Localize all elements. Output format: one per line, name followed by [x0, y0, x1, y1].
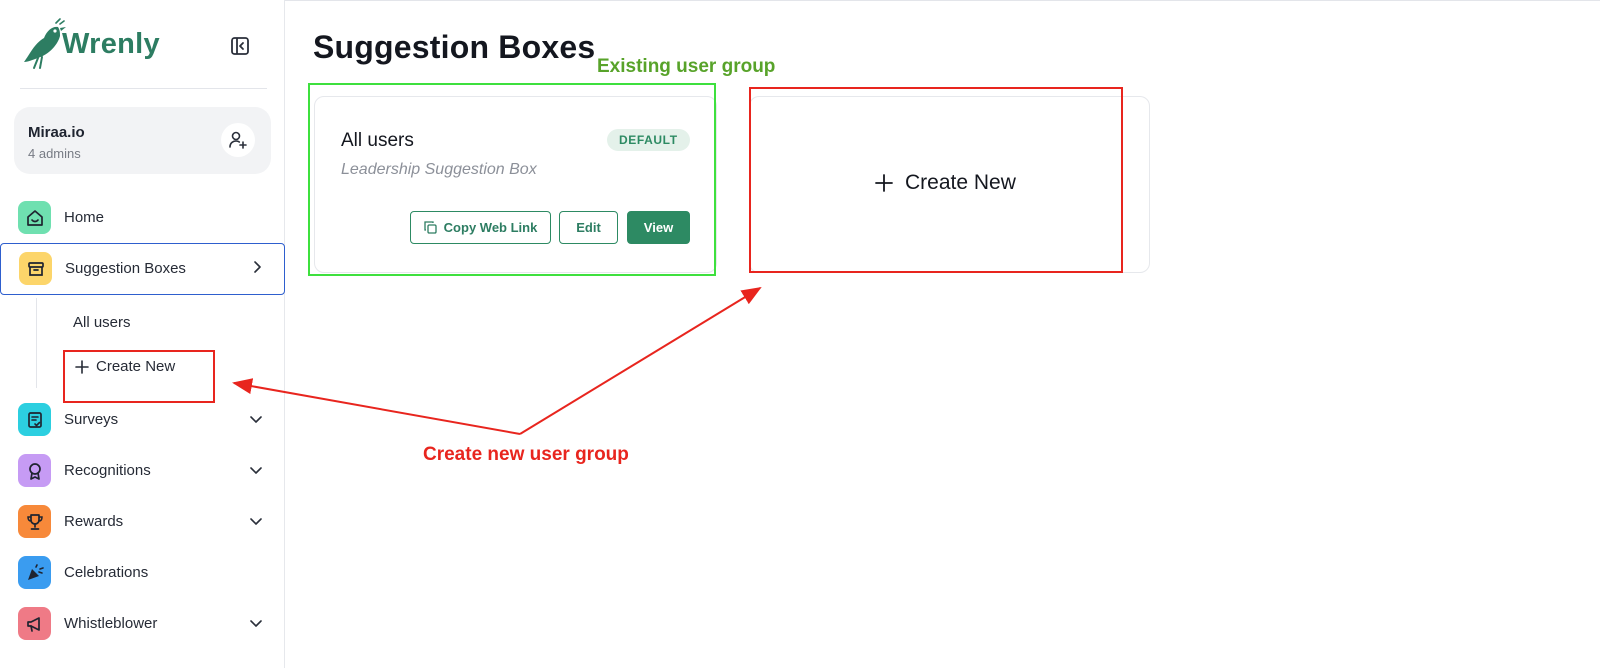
chevron-down-icon: [250, 416, 262, 423]
submenu-create-label: Create New: [96, 358, 176, 375]
default-badge: DEFAULT: [607, 129, 690, 151]
chevron-down-icon: [250, 620, 262, 627]
sidebar-item-whistleblower[interactable]: Whistleblower: [0, 598, 285, 650]
plus-icon: [75, 359, 89, 374]
archive-box-icon: [19, 252, 52, 285]
home-icon: [18, 201, 51, 234]
annotation-label-existing-group: Existing user group: [597, 56, 776, 77]
add-user-icon: [229, 131, 247, 149]
sidebar-item-label: Celebrations: [64, 564, 149, 581]
sidebar-item-rewards[interactable]: Rewards: [0, 496, 285, 548]
sidebar-divider: [20, 88, 267, 89]
sidebar-item-label: Suggestion Boxes: [65, 260, 186, 277]
annotation-label-create-group: Create new user group: [423, 444, 629, 465]
plus-icon: [875, 174, 893, 192]
submenu-guide-line: [36, 298, 37, 388]
sidebar: Wrenly Miraa.io 4 admins Home Suggestion…: [0, 0, 285, 668]
survey-clipboard-icon: [18, 403, 51, 436]
submenu-item-all-users[interactable]: All users: [73, 314, 131, 331]
edit-button[interactable]: Edit: [559, 211, 618, 244]
suggestion-box-card: All users Leadership Suggestion Box DEFA…: [314, 96, 717, 273]
wren-bird-icon: [24, 18, 66, 69]
sidebar-item-celebrations[interactable]: Celebrations: [0, 547, 285, 599]
sidebar-item-surveys[interactable]: Surveys: [0, 394, 285, 446]
trophy-icon: [18, 505, 51, 538]
sidebar-item-label: Whistleblower: [64, 615, 158, 632]
page-title: Suggestion Boxes: [313, 29, 596, 65]
megaphone-icon: [18, 607, 51, 640]
collapse-sidebar-icon[interactable]: [229, 35, 251, 57]
arrow-to-create-card: [519, 286, 762, 435]
box-title: All users: [341, 130, 414, 151]
create-new-card[interactable]: Create New: [749, 96, 1150, 273]
chevron-down-icon: [250, 467, 262, 474]
org-name: Miraa.io: [28, 124, 85, 141]
copy-icon: [424, 221, 437, 234]
copy-web-link-label: Copy Web Link: [443, 220, 538, 235]
sidebar-item-label: Rewards: [64, 513, 124, 530]
chevron-down-icon: [250, 518, 262, 525]
submenu-item-create-new[interactable]: Create New: [75, 358, 175, 375]
sidebar-item-label: Home: [64, 209, 105, 226]
sidebar-item-home[interactable]: Home: [0, 192, 285, 244]
sidebar-item-label: Recognitions: [64, 462, 151, 479]
sidebar-item-recognitions[interactable]: Recognitions: [0, 445, 285, 497]
organization-card[interactable]: Miraa.io 4 admins: [14, 107, 271, 174]
copy-web-link-button[interactable]: Copy Web Link: [410, 211, 551, 244]
chevron-right-icon: [254, 261, 261, 273]
sidebar-item-suggestion-boxes[interactable]: Suggestion Boxes: [0, 243, 285, 295]
brand-logo[interactable]: Wrenly: [20, 18, 170, 70]
sidebar-item-label: Surveys: [64, 411, 119, 428]
award-ribbon-icon: [18, 454, 51, 487]
party-popper-icon: [18, 556, 51, 589]
create-new-label: Create New: [905, 171, 1016, 194]
org-admin-count: 4 admins: [28, 146, 81, 161]
box-subtitle: Leadership Suggestion Box: [341, 161, 537, 178]
view-button[interactable]: View: [627, 211, 690, 244]
add-admin-button[interactable]: [221, 123, 255, 157]
brand-name: Wrenly: [62, 28, 160, 60]
